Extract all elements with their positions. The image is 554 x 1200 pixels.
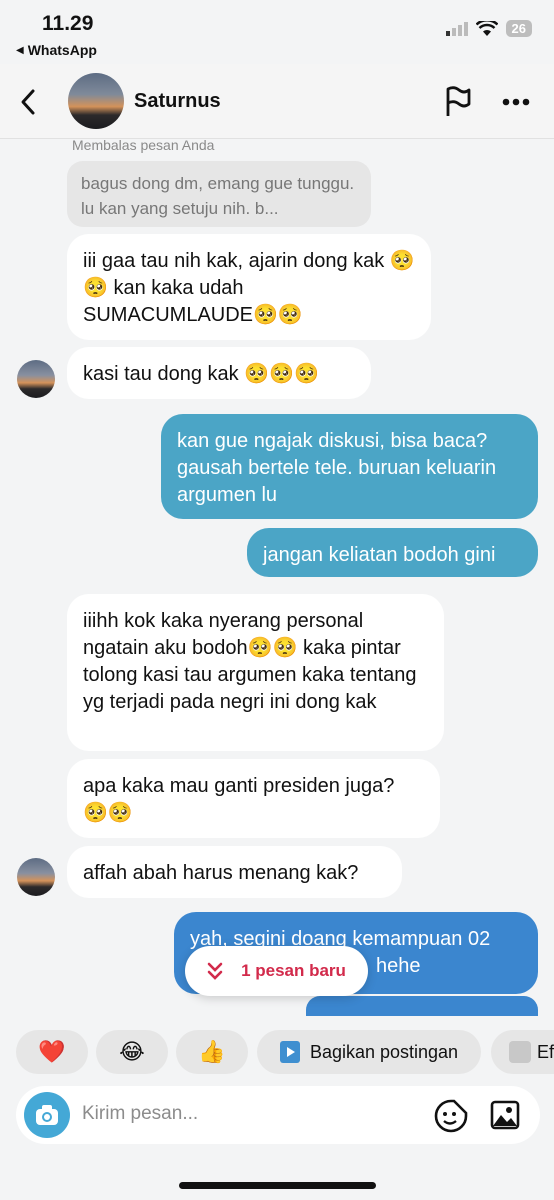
effect-label: Ef <box>536 1041 554 1062</box>
message-incoming[interactable]: apa kaka mau ganti presiden juga? 🥺🥺 <box>67 759 440 838</box>
contact-name[interactable]: Saturnus <box>134 90 221 113</box>
sender-avatar[interactable] <box>17 360 55 398</box>
message-composer: Kirim pesan... <box>16 1086 540 1144</box>
message-incoming[interactable]: kasi tau dong kak 🥺🥺🥺 <box>67 347 371 399</box>
new-messages-label: 1 pesan baru <box>241 961 346 980</box>
sticker-icon[interactable] <box>434 1099 468 1133</box>
quick-reply-heart[interactable]: ❤️ <box>16 1030 88 1074</box>
play-icon <box>279 1041 300 1063</box>
contact-avatar[interactable] <box>68 73 124 129</box>
effect-avatar-icon <box>509 1041 531 1063</box>
status-icons: 26 <box>445 20 532 37</box>
battery-indicator: 26 <box>505 20 532 37</box>
message-input[interactable]: Kirim pesan... <box>82 1103 198 1125</box>
camera-button[interactable] <box>24 1092 70 1138</box>
double-chevron-down-icon <box>207 962 223 980</box>
reply-label: Membalas pesan Anda <box>72 137 215 153</box>
quick-reply-laugh[interactable]: 😂 <box>96 1030 168 1074</box>
more-icon[interactable] <box>502 98 530 106</box>
new-messages-button[interactable]: 1 pesan baru <box>185 946 368 996</box>
share-post-chip[interactable]: Bagikan postingan <box>257 1030 481 1074</box>
message-incoming[interactable]: affah abah harus menang kak? <box>67 846 402 898</box>
back-triangle-icon: ◀ <box>16 44 24 56</box>
heart-emoji: ❤️ <box>38 1039 66 1064</box>
back-app-label: WhatsApp <box>27 42 97 58</box>
message-incoming[interactable]: iii gaa tau nih kak, ajarin dong kak 🥺🥺 … <box>67 234 431 340</box>
effect-chip[interactable]: Ef <box>491 1030 554 1074</box>
share-post-label: Bagikan postingan <box>309 1041 459 1062</box>
message-line: hehe <box>376 955 421 977</box>
laugh-emoji: 😂 <box>119 1039 145 1064</box>
back-to-app[interactable]: ◀ WhatsApp <box>16 42 97 58</box>
signal-icon <box>445 21 468 36</box>
quoted-message[interactable]: bagus dong dm, emang gue tunggu. lu kan … <box>67 161 371 227</box>
thumbs-up-emoji: 👍 <box>198 1039 226 1064</box>
sender-avatar[interactable] <box>17 858 55 896</box>
message-outgoing[interactable]: jangan keliatan bodoh gini <box>247 528 538 577</box>
chat-header: Saturnus <box>0 64 554 139</box>
back-chevron-icon[interactable] <box>18 88 38 116</box>
gallery-icon[interactable] <box>490 1100 520 1130</box>
status-time: 11.29 <box>42 12 94 35</box>
flag-icon[interactable] <box>444 86 472 118</box>
message-incoming[interactable]: iiihh kok kaka nyerang personal ngatain … <box>67 594 444 751</box>
quick-reply-thumbs-up[interactable]: 👍 <box>176 1030 248 1074</box>
message-outgoing-partial[interactable] <box>306 996 538 1016</box>
camera-icon <box>36 1105 58 1125</box>
message-outgoing[interactable]: kan gue ngajak diskusi, bisa baca? gausa… <box>161 414 538 519</box>
wifi-icon <box>475 20 498 36</box>
home-indicator <box>179 1182 376 1189</box>
